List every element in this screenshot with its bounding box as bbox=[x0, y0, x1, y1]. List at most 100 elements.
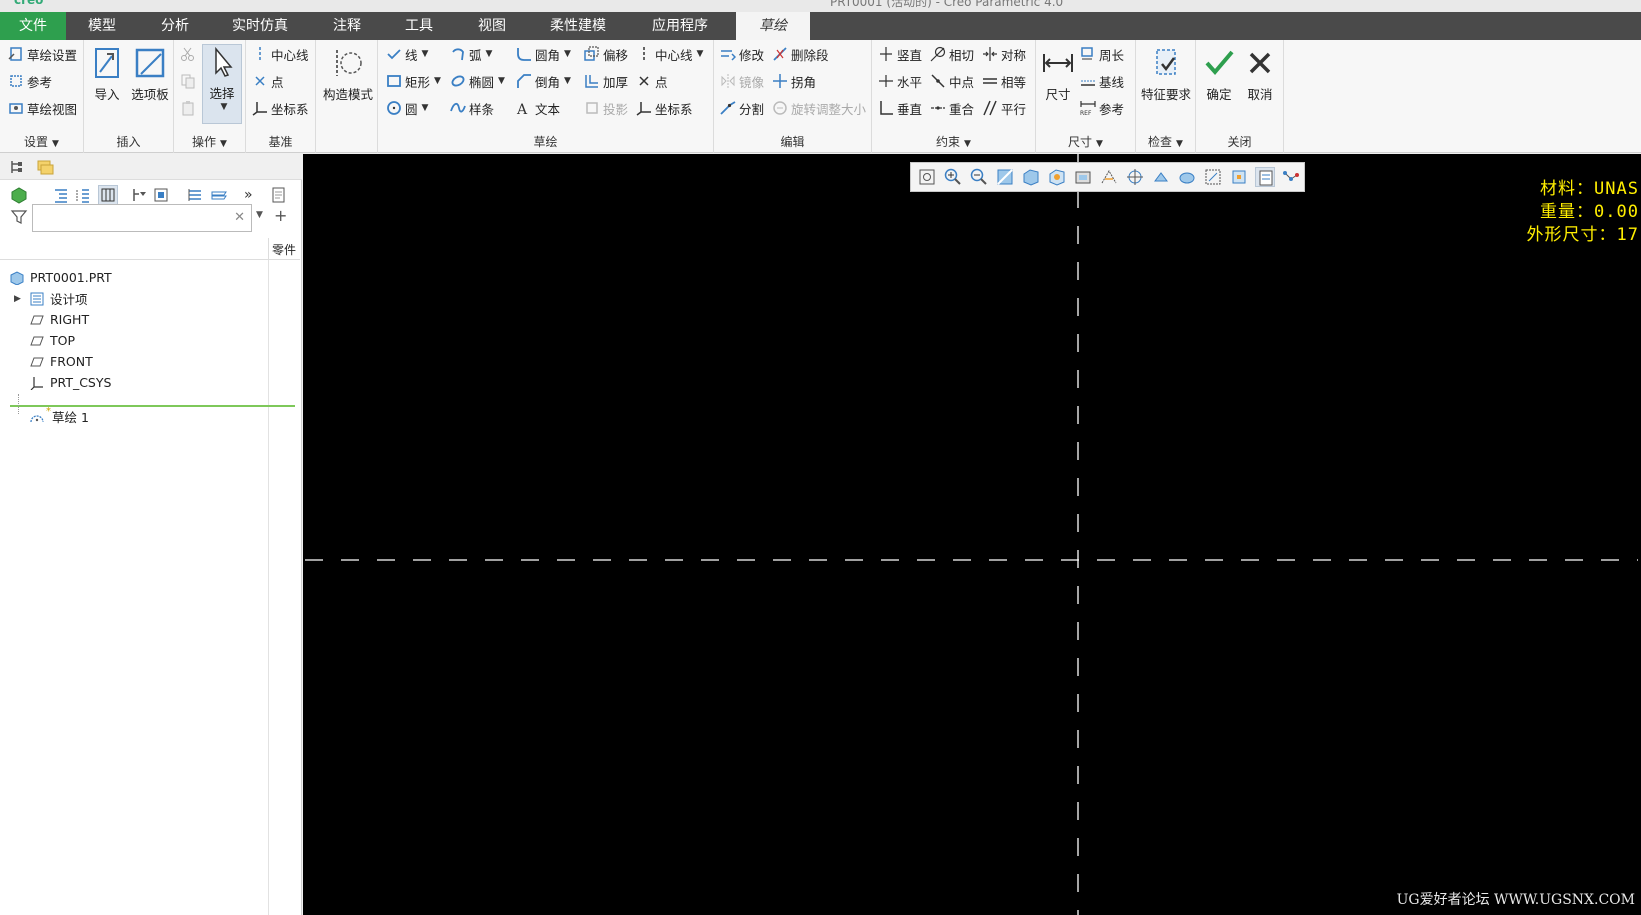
sketch-setup-button[interactable]: 草绘设置 bbox=[8, 43, 77, 65]
ok-button[interactable]: 确定 bbox=[1200, 46, 1238, 103]
line-tool-button[interactable]: 线 ▼ bbox=[386, 43, 428, 65]
perpendicular-constraint-button[interactable]: 垂直 bbox=[878, 97, 922, 119]
tree-expand-icon[interactable] bbox=[52, 186, 70, 204]
select-button[interactable]: 选择 ▼ bbox=[202, 44, 242, 124]
tab-annotate[interactable]: 注释 bbox=[308, 12, 386, 40]
midpoint-constraint-button[interactable]: 中点 bbox=[930, 70, 974, 92]
more-chevron-icon[interactable]: » bbox=[244, 186, 262, 204]
delete-segment-button[interactable]: 删除段 bbox=[772, 43, 829, 65]
paste-button[interactable] bbox=[180, 97, 199, 119]
sketch-point-button[interactable]: 点 bbox=[636, 70, 668, 92]
tree-search-input[interactable]: ✕ bbox=[32, 204, 252, 232]
sketch-centerline-dropdown-icon[interactable]: ▼ bbox=[697, 49, 704, 59]
modify-button[interactable]: 修改 bbox=[720, 43, 764, 65]
group-inspect-label[interactable]: 检查 ▼ bbox=[1136, 133, 1195, 150]
column-part-header[interactable]: 零件 bbox=[272, 241, 296, 258]
copy-button[interactable] bbox=[180, 70, 199, 92]
feature-requirements-button[interactable]: 特征要求 bbox=[1138, 46, 1194, 103]
circle-dropdown-icon[interactable]: ▼ bbox=[422, 103, 429, 113]
tab-tools[interactable]: 工具 bbox=[386, 12, 452, 40]
corner-button[interactable]: 拐角 bbox=[772, 70, 816, 92]
cancel-button[interactable]: 取消 bbox=[1240, 46, 1280, 103]
vertex-display-icon[interactable] bbox=[1281, 167, 1301, 187]
datum-point-button[interactable]: 点 bbox=[252, 70, 284, 92]
tree-filter-icon[interactable] bbox=[130, 186, 148, 204]
add-filter-icon[interactable]: + bbox=[274, 206, 287, 225]
dimension-display-icon[interactable] bbox=[1255, 167, 1275, 187]
zoom-in-icon[interactable] bbox=[943, 167, 963, 187]
coincident-constraint-button[interactable]: 重合 bbox=[930, 97, 974, 119]
shading-icon[interactable] bbox=[1177, 167, 1197, 187]
fillet-dropdown-icon[interactable]: ▼ bbox=[564, 49, 571, 59]
arc-dropdown-icon[interactable]: ▼ bbox=[486, 49, 493, 59]
datum-display-icon[interactable] bbox=[1099, 167, 1119, 187]
model-tree-tab-icon[interactable] bbox=[8, 158, 26, 176]
palette-button[interactable]: 选项板 bbox=[128, 46, 172, 103]
tree-item-front[interactable]: FRONT bbox=[30, 351, 93, 372]
baseline-button[interactable]: 基线 bbox=[1080, 70, 1124, 92]
rectangle-tool-button[interactable]: 矩形 ▼ bbox=[386, 70, 441, 92]
sketch-centerline-button[interactable]: 中心线 ▼ bbox=[636, 43, 703, 65]
tree-item-design-items[interactable]: ▶ 设计项 bbox=[14, 288, 88, 309]
tree-item-sketch-1[interactable]: * 草绘 1 bbox=[30, 406, 89, 427]
repaint-icon[interactable] bbox=[995, 167, 1015, 187]
sketch-display-icon[interactable] bbox=[1203, 167, 1223, 187]
tree-columns-icon[interactable] bbox=[98, 185, 118, 205]
references-button[interactable]: 参考 bbox=[8, 70, 52, 92]
thicken-tool-button[interactable]: 加厚 bbox=[584, 70, 628, 92]
tree-document-icon[interactable] bbox=[270, 186, 288, 204]
rectangle-dropdown-icon[interactable]: ▼ bbox=[434, 76, 441, 86]
datum-centerline-button[interactable]: 中心线 bbox=[252, 43, 309, 65]
annotation-display-icon[interactable] bbox=[1151, 167, 1171, 187]
sketch-csys-button[interactable]: 坐标系 bbox=[636, 97, 693, 119]
equal-constraint-button[interactable]: 相等 bbox=[982, 70, 1026, 92]
refit-icon[interactable] bbox=[917, 167, 937, 187]
tree-root-part[interactable]: PRT0001.PRT bbox=[10, 267, 112, 288]
graphics-window[interactable]: 材料：UNAS 重量：0.00 外形尺寸：17 UG爱好者论坛 WWW.UGSN… bbox=[303, 154, 1641, 915]
layers-icon[interactable] bbox=[210, 186, 228, 204]
display-style-icon[interactable] bbox=[1073, 167, 1093, 187]
chamfer-tool-button[interactable]: 倒角 ▼ bbox=[516, 70, 571, 92]
spline-tool-button[interactable]: 样条 bbox=[450, 97, 494, 119]
reference-dimension-button[interactable]: REF 参考 bbox=[1080, 97, 1124, 119]
tab-view[interactable]: 视图 bbox=[452, 12, 532, 40]
symmetric-constraint-button[interactable]: 对称 bbox=[982, 43, 1026, 65]
tab-model[interactable]: 模型 bbox=[66, 12, 138, 40]
model-display-icon[interactable] bbox=[10, 186, 28, 204]
tree-settings-icon[interactable] bbox=[152, 186, 170, 204]
expand-arrow-icon[interactable]: ▶ bbox=[14, 294, 26, 304]
spin-center-icon[interactable] bbox=[1125, 167, 1145, 187]
tangent-constraint-button[interactable]: 相切 bbox=[930, 43, 974, 65]
offset-tool-button[interactable]: 偏移 bbox=[584, 43, 628, 65]
tab-file[interactable]: 文件 bbox=[0, 12, 66, 40]
chamfer-dropdown-icon[interactable]: ▼ bbox=[564, 76, 571, 86]
tree-item-top[interactable]: TOP bbox=[30, 330, 75, 351]
saved-orientations-icon[interactable] bbox=[1021, 167, 1041, 187]
dimension-button[interactable]: 尺寸 bbox=[1038, 46, 1078, 103]
fillet-tool-button[interactable]: 圆角 ▼ bbox=[516, 43, 571, 65]
perimeter-button[interactable]: 周长 bbox=[1080, 43, 1124, 65]
mirror-button[interactable]: 镜像 bbox=[720, 70, 764, 92]
vertical-constraint-button[interactable]: 竖直 bbox=[878, 43, 922, 65]
construction-mode-button[interactable]: 构造模式 bbox=[320, 46, 376, 103]
parallel-constraint-button[interactable]: 平行 bbox=[982, 97, 1026, 119]
select-dropdown-icon[interactable]: ▼ bbox=[207, 102, 241, 112]
text-tool-button[interactable]: A 文本 bbox=[516, 97, 560, 119]
horizontal-constraint-button[interactable]: 水平 bbox=[878, 70, 922, 92]
cut-button[interactable] bbox=[180, 43, 199, 65]
line-dropdown-icon[interactable]: ▼ bbox=[422, 49, 429, 59]
filter-funnel-icon[interactable] bbox=[10, 208, 28, 226]
circle-tool-button[interactable]: 圆 ▼ bbox=[386, 97, 428, 119]
tab-applications[interactable]: 应用程序 bbox=[624, 12, 736, 40]
ellipse-tool-button[interactable]: 椭圆 ▼ bbox=[450, 70, 505, 92]
divide-button[interactable]: 分割 bbox=[720, 97, 764, 119]
search-dropdown-icon[interactable]: ▼ bbox=[256, 210, 263, 220]
tree-item-right[interactable]: RIGHT bbox=[30, 309, 89, 330]
import-button[interactable]: 导入 bbox=[88, 46, 126, 103]
rotate-resize-button[interactable]: 旋转调整大小 bbox=[772, 97, 866, 119]
sketch-view-button[interactable]: 草绘视图 bbox=[8, 97, 77, 119]
arc-tool-button[interactable]: 弧 ▼ bbox=[450, 43, 492, 65]
tab-analysis[interactable]: 分析 bbox=[138, 12, 212, 40]
ellipse-dropdown-icon[interactable]: ▼ bbox=[498, 76, 505, 86]
zoom-out-icon[interactable] bbox=[969, 167, 989, 187]
